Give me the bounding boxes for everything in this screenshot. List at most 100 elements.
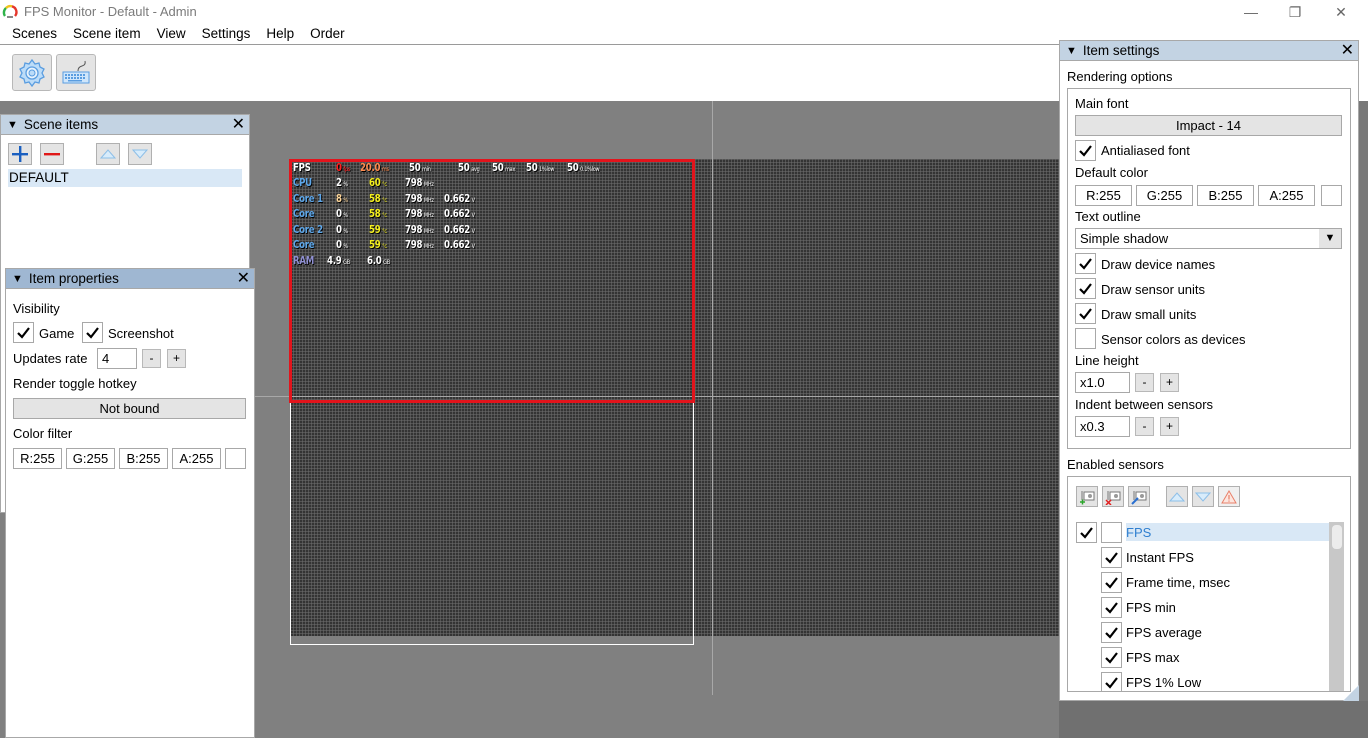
menu-help[interactable]: Help	[258, 24, 302, 44]
collapse-triangle-icon[interactable]: ▼	[7, 119, 18, 131]
checkmark-icon	[17, 327, 30, 339]
antialiased-checkbox[interactable]	[1075, 140, 1096, 161]
sensor-row[interactable]: FPS 1% Low	[1076, 672, 1330, 691]
close-window-button[interactable]: ✕	[1318, 0, 1364, 24]
osd-unit: fps	[343, 166, 351, 173]
move-up-button[interactable]	[96, 143, 120, 165]
settings-button[interactable]	[12, 54, 52, 91]
sensor-row[interactable]: FPS max	[1076, 647, 1330, 672]
sensor-checkbox[interactable]	[1101, 647, 1122, 668]
scene-items-header[interactable]: ▼ Scene items ✕	[1, 115, 249, 135]
item-settings-header[interactable]: ▼ Item settings ✕	[1060, 41, 1358, 61]
maximize-button[interactable]: ❐	[1272, 0, 1318, 24]
osd-value: 798 MHz	[405, 177, 434, 189]
hotkeys-button[interactable]	[56, 54, 96, 91]
canvas-right-edge	[1359, 101, 1368, 738]
line-height-decrement[interactable]: -	[1135, 373, 1154, 392]
collapse-triangle-icon[interactable]: ▼	[1066, 45, 1077, 57]
color-b-field[interactable]: B:255	[119, 448, 168, 469]
default-color-g-field[interactable]: G:255	[1136, 185, 1193, 206]
sensor-move-down-button[interactable]	[1192, 486, 1214, 507]
sensor-checkbox[interactable]	[1101, 622, 1122, 643]
osd-unit: avg	[471, 166, 480, 173]
sensor-colors-checkbox[interactable]	[1075, 328, 1096, 349]
close-icon[interactable]: ✕	[237, 270, 250, 288]
minimize-button[interactable]: —	[1228, 0, 1274, 24]
indent-decrement[interactable]: -	[1135, 417, 1154, 436]
sensor-warning-button[interactable]	[1218, 486, 1240, 507]
draw-device-names-checkbox[interactable]	[1075, 253, 1096, 274]
osd-value: 58 °c	[369, 193, 387, 205]
remove-item-button[interactable]	[40, 143, 64, 165]
default-color-swatch[interactable]	[1321, 185, 1342, 206]
close-icon[interactable]: ✕	[232, 116, 245, 134]
sensor-row[interactable]: FPS average	[1076, 622, 1330, 647]
sensor-row[interactable]: Instant FPS	[1076, 547, 1330, 572]
item-properties-header[interactable]: ▼ Item properties ✕	[6, 269, 254, 289]
updates-rate-input[interactable]: 4	[97, 348, 137, 369]
gear-icon	[19, 58, 45, 87]
hotkey-label: Render toggle hotkey	[13, 376, 137, 391]
osd-unit: %	[343, 212, 348, 219]
color-r-field[interactable]: R:255	[13, 448, 62, 469]
osd-value-number: 59	[369, 224, 381, 236]
sensor-checkbox[interactable]	[1101, 672, 1122, 691]
menu-scenes[interactable]: Scenes	[4, 24, 65, 44]
osd-value: 50 0.1%low	[567, 162, 600, 174]
move-down-button[interactable]	[128, 143, 152, 165]
osd-value: 0.662 V	[444, 239, 475, 251]
line-height-increment[interactable]: +	[1160, 373, 1179, 392]
game-checkbox[interactable]	[13, 322, 34, 343]
color-g-field[interactable]: G:255	[66, 448, 115, 469]
menu-settings[interactable]: Settings	[194, 24, 259, 44]
draw-sensor-units-checkbox[interactable]	[1075, 278, 1096, 299]
color-a-field[interactable]: A:255	[172, 448, 221, 469]
osd-value: 4.9 GB	[327, 255, 350, 267]
sensor-checkbox[interactable]	[1101, 597, 1122, 618]
sensor-move-up-button[interactable]	[1166, 486, 1188, 507]
menu-view[interactable]: View	[149, 24, 194, 44]
screenshot-checkbox[interactable]	[82, 322, 103, 343]
sensor-group-checkbox[interactable]	[1076, 522, 1097, 543]
default-color-b-field[interactable]: B:255	[1197, 185, 1254, 206]
close-icon[interactable]: ✕	[1341, 42, 1354, 60]
line-height-input[interactable]: x1.0	[1075, 372, 1130, 393]
main-font-button[interactable]: Impact - 14	[1075, 115, 1342, 136]
osd-unit: ms	[381, 166, 389, 173]
sensor-list-scrollbar[interactable]	[1329, 522, 1344, 691]
resize-grip-icon[interactable]	[1343, 685, 1359, 701]
draw-small-units-checkbox[interactable]	[1075, 303, 1096, 324]
indent-input[interactable]: x0.3	[1075, 416, 1130, 437]
add-sensor-button[interactable]	[1076, 486, 1098, 507]
updates-rate-decrement[interactable]: -	[142, 349, 161, 368]
scrollbar-thumb[interactable]	[1332, 525, 1342, 549]
sensor-checkbox[interactable]	[1101, 547, 1122, 568]
indent-increment[interactable]: +	[1160, 417, 1179, 436]
osd-value: 59 °c	[369, 239, 387, 251]
menu-order[interactable]: Order	[302, 24, 353, 44]
sensor-row[interactable]: FPS min	[1076, 597, 1330, 622]
default-color-r-field[interactable]: R:255	[1075, 185, 1132, 206]
screenshot-label: Screenshot	[108, 326, 174, 341]
edit-sensor-button[interactable]	[1128, 486, 1150, 507]
osd-value-number: 0.662	[444, 208, 471, 220]
sensor-row-fps[interactable]: FPS	[1076, 522, 1330, 547]
scene-item-default[interactable]: DEFAULT	[8, 169, 242, 187]
add-item-button[interactable]	[8, 143, 32, 165]
draw-sensor-units-label: Draw sensor units	[1101, 282, 1206, 297]
menu-scene-item[interactable]: Scene item	[65, 24, 149, 44]
sensor-color-checkbox[interactable]	[1101, 522, 1122, 543]
sensor-row[interactable]: Frame time, msec	[1076, 572, 1330, 597]
sensor-checkbox[interactable]	[1101, 572, 1122, 593]
collapse-triangle-icon[interactable]: ▼	[12, 273, 23, 285]
osd-value-number: 798	[405, 208, 423, 220]
remove-sensor-button[interactable]	[1102, 486, 1124, 507]
default-color-a-field[interactable]: A:255	[1258, 185, 1315, 206]
osd-value-number: 4.9	[327, 255, 342, 267]
updates-rate-increment[interactable]: +	[167, 349, 186, 368]
dropdown-arrow-icon[interactable]: ▼	[1319, 229, 1341, 248]
hotkey-button[interactable]: Not bound	[13, 398, 246, 419]
osd-unit: GB	[343, 259, 350, 266]
color-swatch[interactable]	[225, 448, 246, 469]
text-outline-select[interactable]: Simple shadow ▼	[1075, 228, 1342, 249]
